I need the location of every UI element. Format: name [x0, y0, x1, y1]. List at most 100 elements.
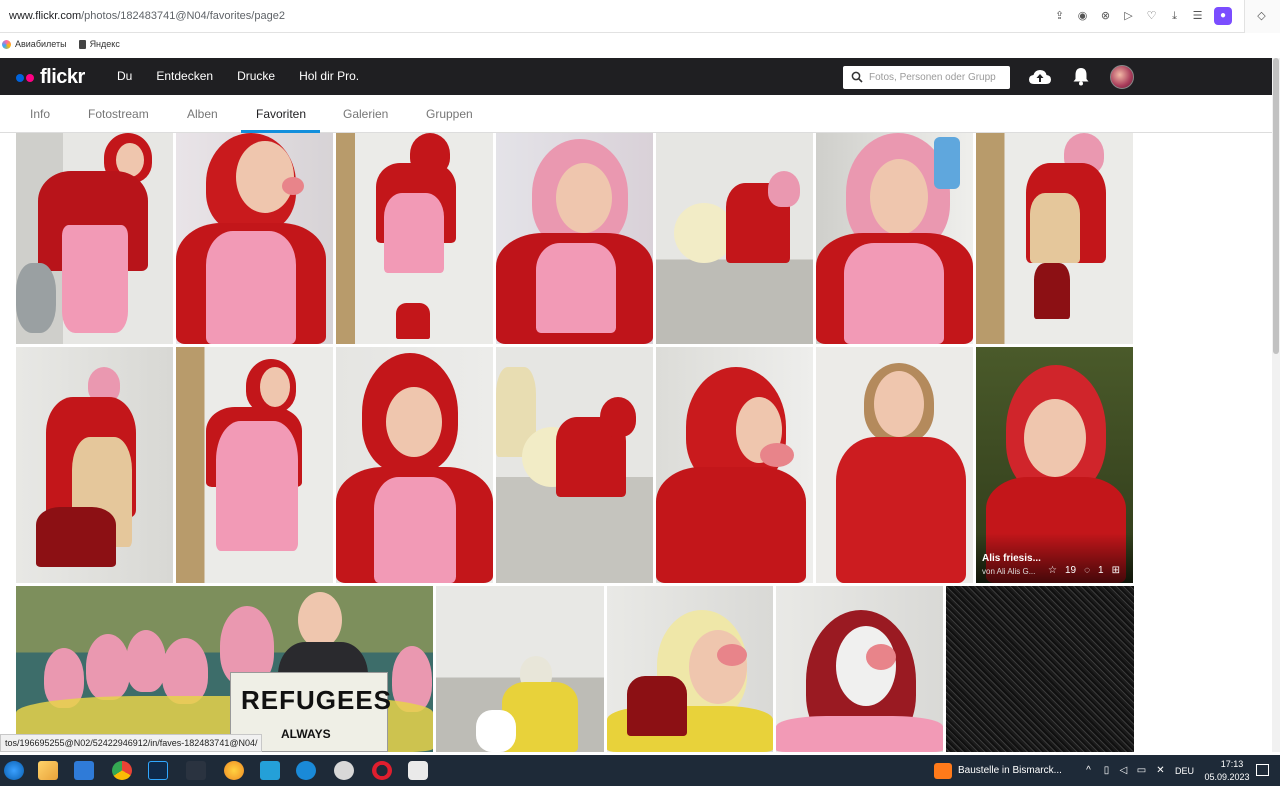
bookmark-yandex[interactable]: Яндекс — [78, 39, 120, 49]
windows-taskbar: Baustelle in Bismarck... ^ ▯ ◁ ▭ ✕ DEU 1… — [0, 755, 1280, 786]
photo-thumbnail[interactable] — [176, 133, 333, 344]
user-avatar[interactable] — [1110, 65, 1134, 89]
url-host: www.flickr.com — [9, 10, 82, 22]
edge-icon[interactable] — [4, 761, 24, 780]
vertical-scrollbar[interactable] — [1272, 58, 1280, 752]
chevron-up-icon[interactable]: ^ — [1083, 765, 1094, 776]
heart-icon[interactable]: ♡ — [1145, 10, 1158, 23]
sign-text-always: ALWAYS — [281, 727, 331, 741]
logo-dot-blue — [16, 73, 24, 82]
menu-icon[interactable]: ☰ — [1191, 10, 1204, 23]
clock-date[interactable]: 05.09.2023 — [1202, 772, 1252, 782]
search-input[interactable]: Fotos, Personen oder Grupp — [843, 66, 1010, 89]
clock-time[interactable]: 17:13 — [1212, 759, 1252, 769]
search-icon — [851, 71, 863, 83]
cube-icon: ◇ — [1257, 10, 1266, 22]
photo-thumbnail[interactable] — [176, 347, 333, 583]
status-link-url: tos/196695255@N02/52422946912/in/faves-1… — [0, 734, 263, 752]
upload-cloud-icon[interactable] — [1028, 67, 1052, 87]
tab-favoriten[interactable]: Favoriten — [256, 107, 306, 121]
photo-thumbnail-loading[interactable] — [946, 586, 1134, 752]
nav-du[interactable]: Du — [117, 69, 132, 83]
download-icon[interactable]: ⤓ — [1168, 10, 1181, 23]
bookmark-label: Яндекс — [89, 39, 120, 49]
fave-count: 19 — [1064, 565, 1077, 576]
photo-thumbnail[interactable] — [336, 347, 493, 583]
chrome-icon[interactable] — [112, 761, 132, 780]
photo-thumbnail[interactable] — [607, 586, 773, 752]
volume-icon[interactable]: ◁ — [1118, 765, 1129, 776]
opera-icon[interactable] — [372, 761, 392, 780]
nav-entdecken[interactable]: Entdecken — [156, 69, 213, 83]
flickr-page: flickr Du Entdecken Drucke Hol dir Pro. … — [0, 58, 1272, 752]
photo-thumbnail[interactable] — [436, 586, 604, 752]
app-icon[interactable] — [334, 761, 354, 780]
app-icon[interactable] — [260, 761, 280, 780]
flickr-logo[interactable]: flickr — [16, 66, 85, 89]
notification-bell-icon[interactable] — [1072, 66, 1090, 86]
bookmarks-bar: Авиабилеты Яндекс — [0, 33, 1280, 55]
bookmark-label: Авиабилеты — [15, 39, 67, 49]
photo-thumbnail[interactable] — [816, 347, 973, 583]
nav-drucke[interactable]: Drucke — [237, 69, 275, 83]
bookmark-aviabilety[interactable]: Авиабилеты — [2, 39, 67, 49]
photo-author[interactable]: von Ali Alis G... — [982, 567, 1035, 576]
photo-thumbnail[interactable] — [816, 133, 973, 344]
tab-fotostream[interactable]: Fotostream — [88, 107, 149, 121]
mail-icon[interactable] — [74, 761, 94, 780]
address-bar[interactable]: www.flickr.com/photos/182483741@N04/favo… — [0, 0, 1280, 33]
nav-pro[interactable]: Hol dir Pro. — [299, 69, 359, 83]
file-explorer-icon[interactable] — [38, 761, 58, 780]
tab-info[interactable]: Info — [30, 107, 50, 121]
photo-thumbnail[interactable] — [336, 133, 493, 344]
photo-thumbnail[interactable] — [496, 133, 653, 344]
sidebar-toggle[interactable]: ◇ — [1244, 0, 1280, 33]
language-indicator[interactable]: DEU — [1175, 766, 1194, 776]
camera-icon[interactable]: ◉ — [1076, 10, 1089, 23]
profile-icon[interactable]: ● — [1214, 7, 1232, 25]
extension-icon[interactable]: ⊗ — [1099, 10, 1112, 23]
photoshop-icon[interactable] — [148, 761, 168, 780]
share-icon[interactable]: ⇪ — [1053, 10, 1066, 23]
comment-count: 1 — [1098, 565, 1104, 576]
app-icon[interactable] — [186, 761, 206, 780]
search-placeholder: Fotos, Personen oder Grupp — [869, 72, 996, 83]
document-icon — [78, 39, 86, 49]
photo-thumbnail[interactable] — [16, 347, 173, 583]
photo-thumbnail[interactable] — [656, 347, 813, 583]
logo-text: flickr — [40, 66, 85, 88]
comment-icon[interactable]: ◌ — [1084, 565, 1090, 576]
browser-toolbar: ⇪ ◉ ⊗ ▷ ♡ ⤓ ☰ ● — [1053, 7, 1232, 25]
photo-thumbnail[interactable] — [976, 133, 1133, 344]
url-path: /photos/182483741@N04/favorites/page2 — [81, 10, 285, 22]
add-to-gallery-icon[interactable]: ⊞ — [1112, 565, 1120, 576]
photo-thumbnail[interactable]: REFUGEES ALWAYS — [16, 586, 433, 752]
fave-star-icon[interactable]: ☆ — [1048, 565, 1057, 576]
photo-thumbnail[interactable] — [656, 133, 813, 344]
airplane-icon — [2, 39, 11, 49]
photo-grid: Alis friesis... von Ali Alis G... ☆ 19 ◌… — [0, 133, 1272, 752]
logo-dot-pink — [26, 73, 34, 82]
profile-subnav: Info Fotostream Alben Favoriten Galerien… — [0, 95, 1272, 133]
play-icon[interactable]: ▷ — [1122, 10, 1135, 23]
device-icon[interactable]: ▯ — [1101, 765, 1112, 776]
traffic-alert-icon[interactable] — [934, 763, 952, 779]
photo-thumbnail[interactable] — [496, 347, 653, 583]
network-icon[interactable]: ▭ — [1136, 765, 1147, 776]
app-icon[interactable] — [408, 761, 428, 780]
photo-title[interactable]: Alis friesis... — [982, 553, 1041, 564]
tab-gruppen[interactable]: Gruppen — [426, 107, 473, 121]
sign-text-refugees: REFUGEES — [241, 685, 393, 715]
tab-galerien[interactable]: Galerien — [343, 107, 388, 121]
photo-thumbnail[interactable] — [776, 586, 943, 752]
app-icon[interactable] — [224, 761, 244, 780]
notification-center-icon[interactable] — [1256, 764, 1269, 776]
photo-thumbnail[interactable] — [16, 133, 173, 344]
tab-alben[interactable]: Alben — [187, 107, 218, 121]
app-icon[interactable] — [296, 761, 316, 780]
notification-text[interactable]: Baustelle in Bismarck... — [958, 765, 1062, 776]
url-text[interactable]: www.flickr.com/photos/182483741@N04/favo… — [9, 10, 285, 22]
scrollbar-thumb[interactable] — [1273, 58, 1279, 354]
mic-icon[interactable]: ✕ — [1155, 765, 1166, 776]
photo-thumbnail-hovered[interactable]: Alis friesis... von Ali Alis G... ☆ 19 ◌… — [976, 347, 1133, 583]
